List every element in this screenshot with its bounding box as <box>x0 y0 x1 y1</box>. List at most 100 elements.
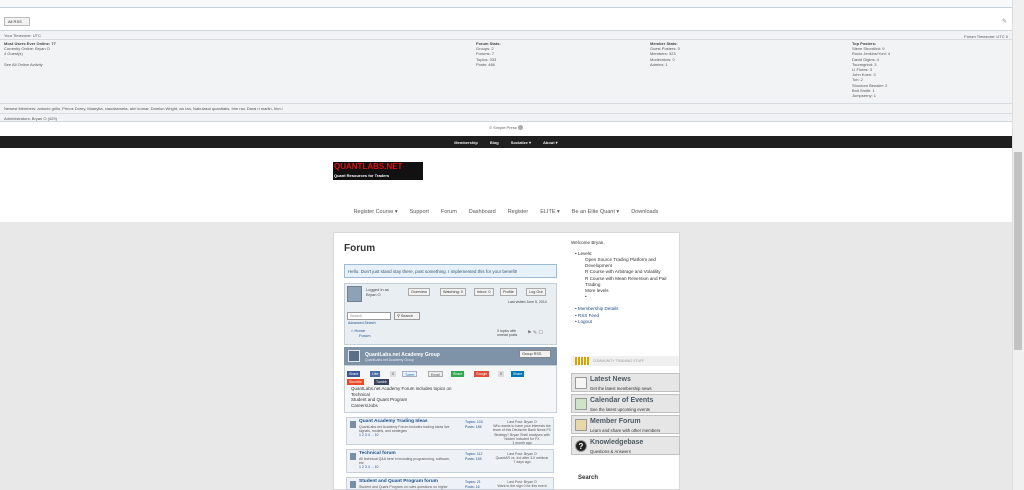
level-item[interactable]: R Course with Mean Reversion and Pair Tr… <box>571 276 679 288</box>
knowledgebase-box[interactable]: ? Knowledgebase Questions & Answers <box>571 436 680 455</box>
search-button[interactable]: ⚲ Search <box>394 312 420 320</box>
forum-desc-text: All technical Q&A here in including prog… <box>359 457 451 465</box>
avatar[interactable] <box>347 286 362 302</box>
last-post-title[interactable]: Who wants to have your interests the tea… <box>489 424 555 441</box>
profile-button[interactable]: Profile <box>500 288 517 296</box>
google-share-button[interactable]: Google <box>474 371 490 377</box>
forum-counts: Topics: 112 Posts: 159 <box>465 452 482 461</box>
forum-name[interactable]: Technical forum <box>359 451 396 456</box>
forum-description: All technical Q&A here in including prog… <box>359 457 454 469</box>
breadcrumb-forum[interactable]: Forum <box>351 333 371 338</box>
forum-icon <box>350 421 356 428</box>
top-poster[interactable]: Jumpserny: 1 <box>852 93 890 98</box>
forum-stats-panel: Your Timezone: UTC Forum Timezone: UTC 0… <box>0 30 1012 122</box>
nav-about-label: About <box>543 139 555 145</box>
forum-icon <box>575 419 587 431</box>
last-post: Last Post: Bryan O Want to the sign 0 for… <box>489 480 555 488</box>
forum-row[interactable]: Technical forum All technical Q&A here i… <box>346 449 554 473</box>
forum-name[interactable]: Student and Quant Program forum <box>359 479 438 484</box>
simplepress-credit[interactable]: © Simple:Press <box>0 125 1012 131</box>
breadcrumb: ⌂ Home Forum <box>351 328 371 338</box>
divider <box>0 113 1012 114</box>
forum-desc-text: QuantLabs.net Academy Forum includes tra… <box>359 425 450 433</box>
group-rss-button[interactable]: Group RSS <box>519 350 551 358</box>
top-panel-strip <box>0 0 1012 8</box>
box-title: Knowledgebase <box>590 439 644 446</box>
simplepress-text: © Simple:Press <box>489 125 517 130</box>
nav-be-elite-quant[interactable]: Be an Elite Quant ▾ <box>572 209 619 215</box>
group-desc-line: Careers/Jobs <box>351 402 378 408</box>
inbox-button[interactable]: Inbox: 0 <box>474 288 494 296</box>
search-input[interactable]: Search <box>347 312 391 320</box>
forum-counts: Topics: 21 Posts: 16 <box>465 480 481 489</box>
facebook-share-button[interactable]: Share <box>347 371 361 377</box>
forum-announcement: Hello. Don't just stand stay there, post… <box>344 264 557 278</box>
top-poster[interactable]: Rocio Jenkins/Yoni: 4 <box>852 51 890 56</box>
share-button[interactable]: Share <box>451 371 465 377</box>
tumblr-button[interactable]: Tumblr <box>374 379 389 385</box>
box-desc: Learn and share with other members <box>590 428 661 433</box>
tweet-button[interactable]: Tweet <box>402 371 418 377</box>
forum-row[interactable]: Student and Quant Program forum Student … <box>346 477 554 490</box>
member-forum-box[interactable]: Member Forum Learn and share with other … <box>571 415 680 434</box>
sidebar-search-label: Search <box>578 475 599 481</box>
box-title: Latest News <box>590 376 631 383</box>
like-button[interactable]: Like <box>370 371 381 377</box>
stumble-button[interactable]: Stumble <box>347 379 364 385</box>
last-post: Last Post: Bryan O QuantAR vs. Ind after … <box>489 452 555 465</box>
like-count: 0 <box>390 371 396 377</box>
rss-label: All RSS <box>8 19 22 24</box>
box-desc: Questions & Answers <box>590 449 631 454</box>
nav-blog[interactable]: Blog <box>490 140 499 145</box>
nav-membership[interactable]: Membership <box>454 140 478 145</box>
online-stats: Most Users Ever Online: 77 Currently Onl… <box>4 41 56 67</box>
forum-name[interactable]: Quant Academy Trading Ideas <box>359 419 428 424</box>
overview-button[interactable]: Overview <box>408 288 430 296</box>
nav-support[interactable]: Support <box>410 209 429 215</box>
nav-about[interactable]: About ▾ <box>543 140 558 145</box>
levels-label-text: Levels: <box>577 250 593 256</box>
top-posters: Top Posters: Steve Sbordlich: 9 Rocio Je… <box>852 41 890 98</box>
all-rss-button[interactable]: All RSS <box>4 17 30 26</box>
nav-label: ELITE <box>540 209 556 215</box>
username: Bryan O <box>366 292 381 297</box>
see-all-activity-link[interactable]: See All Online Activity <box>4 62 56 67</box>
nav-downloads[interactable]: Downloads <box>631 209 658 215</box>
email-button[interactable]: Email <box>428 371 443 377</box>
site-logo[interactable]: QUANTLABS.NET Quant Resources for Trader… <box>333 162 423 180</box>
scrollbar-thumb[interactable] <box>1014 152 1022 350</box>
topics-count: Topics: 112 <box>465 452 483 456</box>
forum-pages[interactable]: 1 2 3 4 ... 10 <box>359 465 378 469</box>
unread-icons[interactable]: ⚑ ✎ ☐ <box>527 330 543 336</box>
top-navigation-bar: Membership Blog Socialize ▾ About ▾ <box>0 136 1012 148</box>
posts-count: Posts: 466 <box>476 61 495 67</box>
divider <box>0 39 1012 40</box>
forum-row[interactable]: Quant Academy Trading Ideas QuantLabs.ne… <box>346 417 554 445</box>
link-label: Membership Details <box>577 306 619 311</box>
advanced-search-link[interactable]: Advanced Search <box>348 321 376 325</box>
posts-count: Posts: 159 <box>465 456 482 461</box>
latest-news-box[interactable]: Latest News Get the latest membership ne… <box>571 373 680 392</box>
logout-link[interactable]: • Logout <box>571 319 679 326</box>
nav-register-course[interactable]: Register Course ▾ <box>354 209 398 215</box>
nav-elite[interactable]: ELITE ▾ <box>540 209 560 215</box>
watching-button[interactable]: Watching: 0 <box>440 288 466 296</box>
linkedin-share-button[interactable]: Share <box>511 371 525 377</box>
nav-socialize[interactable]: Socialize ▾ <box>511 140 531 145</box>
nav-register[interactable]: Register <box>508 209 528 215</box>
calendar-icon <box>575 398 587 410</box>
calendar-box[interactable]: Calendar of Events See the latest upcomi… <box>571 394 680 413</box>
forum-icon <box>350 481 356 488</box>
admins-count: Admins: 1 <box>650 61 668 67</box>
nav-dashboard[interactable]: Dashboard <box>469 209 496 215</box>
search-button-label: Search <box>400 314 413 318</box>
member-stats: Member Stats: Guest Posters: 0 Members: … <box>650 41 680 67</box>
level-item[interactable]: Open Source Trading Platform and Develop… <box>571 257 679 269</box>
nav-socialize-label: Socialize <box>510 139 528 145</box>
edit-icon[interactable]: ✎ <box>1002 18 1007 25</box>
news-icon <box>575 377 587 389</box>
logout-button[interactable]: Log Out <box>526 288 546 296</box>
nav-forum[interactable]: Forum <box>441 209 457 215</box>
forum-pages[interactable]: 1 2 3 4 ... 10 <box>359 433 378 437</box>
last-post-title[interactable]: Want to the sign 0 for this event <box>489 484 555 488</box>
